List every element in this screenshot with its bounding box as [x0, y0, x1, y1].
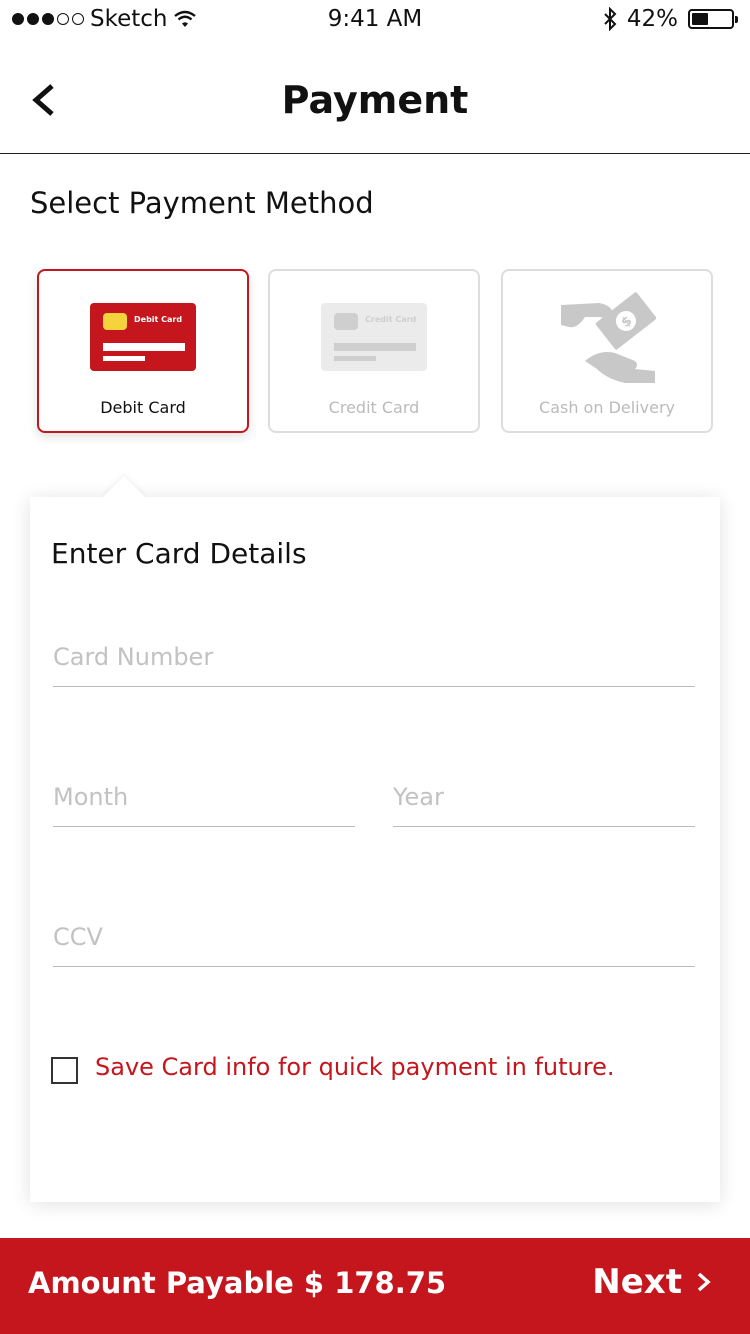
payment-option-label: Cash on Delivery [539, 398, 675, 417]
next-button[interactable]: Next [592, 1262, 712, 1302]
payment-option-credit-card[interactable]: Credit Card Credit Card [268, 269, 480, 433]
bluetooth-icon [604, 7, 617, 31]
debit-card-icon-text: Debit Card [134, 315, 183, 324]
checkout-bar: Amount Payable $ 178.75 Next [0, 1238, 750, 1334]
card-number-input[interactable] [53, 627, 695, 687]
status-right: 42% [603, 6, 738, 32]
panel-pointer [102, 476, 146, 498]
page-title: Payment [281, 78, 469, 122]
payment-option-label: Credit Card [328, 398, 420, 417]
payment-option-label: Debit Card [100, 398, 186, 417]
year-input[interactable] [393, 767, 695, 827]
next-label: Next [592, 1262, 682, 1302]
ccv-input[interactable] [53, 907, 695, 967]
save-card-checkbox[interactable] [51, 1057, 78, 1084]
chevron-right-icon [697, 1272, 711, 1292]
credit-card-icon: Credit Card [321, 303, 427, 371]
save-card-label[interactable]: Save Card info for quick payment in futu… [95, 1053, 614, 1081]
nav-bar: Payment [0, 40, 750, 154]
battery-icon [688, 9, 738, 29]
credit-card-icon-text: Credit Card [365, 315, 417, 324]
battery-percent: 42% [626, 6, 678, 32]
month-input[interactable] [53, 767, 355, 827]
card-details-panel: Enter Card Details Save Card info for qu… [30, 497, 720, 1202]
payment-option-debit-card[interactable]: Debit Card Debit Card [37, 269, 249, 433]
payment-option-cash-on-delivery[interactable]: $ Cash on Delivery [501, 269, 713, 433]
card-details-title: Enter Card Details [51, 537, 307, 570]
section-title: Select Payment Method [30, 186, 374, 220]
status-bar: Sketch 9:41 AM 42% [0, 0, 750, 40]
cash-hand-icon: $ [561, 292, 657, 383]
amount-payable: Amount Payable $ 178.75 [28, 1266, 447, 1300]
debit-card-icon: Debit Card [90, 303, 196, 371]
battery-level [692, 13, 708, 25]
